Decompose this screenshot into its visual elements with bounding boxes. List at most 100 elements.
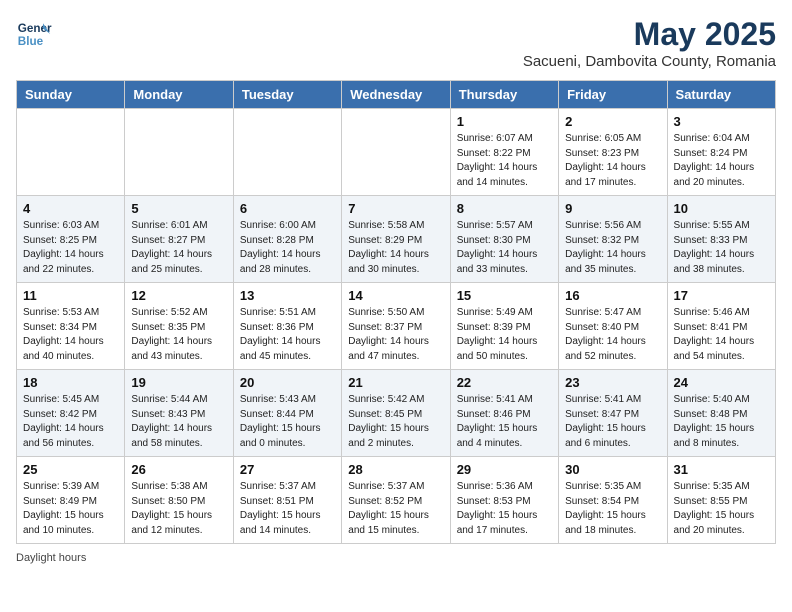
daylight-label: Daylight hours <box>16 552 86 564</box>
day-number: 31 <box>674 462 769 477</box>
day-number: 14 <box>348 288 443 303</box>
calendar-cell: 10Sunrise: 5:55 AM Sunset: 8:33 PM Dayli… <box>667 196 775 283</box>
day-number: 23 <box>565 375 660 390</box>
weekday-header: Tuesday <box>233 81 341 109</box>
day-number: 11 <box>23 288 118 303</box>
calendar-cell: 3 Sunrise: 6:04 AM Sunset: 8:24 PM Daylig… <box>667 109 775 196</box>
day-number: 29 <box>457 462 552 477</box>
day-info: Sunrise: 6:04 AM Sunset: 8:24 PM Dayligh… <box>674 132 769 190</box>
day-number: 15 <box>457 288 552 303</box>
day-info: Sunrise: 5:52 AM Sunset: 8:35 PM Dayligh… <box>131 306 226 364</box>
day-number: 16 <box>565 288 660 303</box>
calendar-cell: 7 Sunrise: 5:58 AM Sunset: 8:29 PM Daylig… <box>342 196 450 283</box>
day-info: Sunrise: 5:38 AM Sunset: 8:50 PM Dayligh… <box>131 480 226 538</box>
day-number: 22 <box>457 375 552 390</box>
calendar-cell: 31 Sunrise: 5:35 AM Sunset: 8:55 PM Dayli… <box>667 457 775 544</box>
svg-text:General: General <box>18 22 52 35</box>
calendar-cell: 13Sunrise: 5:51 AM Sunset: 8:36 PM Dayli… <box>233 283 341 370</box>
calendar-cell: 17 Sunrise: 5:46 AM Sunset: 8:41 PM Dayli… <box>667 283 775 370</box>
day-info: Sunrise: 5:56 AM Sunset: 8:32 PM Dayligh… <box>565 219 660 277</box>
day-info: Sunrise: 5:44 AM Sunset: 8:43 PM Dayligh… <box>131 393 226 451</box>
day-number: 4 <box>23 201 118 216</box>
day-number: 8 <box>457 201 552 216</box>
day-number: 20 <box>240 375 335 390</box>
weekday-header: Thursday <box>450 81 558 109</box>
day-info: Sunrise: 5:57 AM Sunset: 8:30 PM Dayligh… <box>457 219 552 277</box>
day-number: 19 <box>131 375 226 390</box>
calendar-cell: 29 Sunrise: 5:36 AM Sunset: 8:53 PM Dayli… <box>450 457 558 544</box>
weekday-header-row: SundayMondayTuesdayWednesdayThursdayFrid… <box>17 81 776 109</box>
calendar-cell: 12Sunrise: 5:52 AM Sunset: 8:35 PM Dayli… <box>125 283 233 370</box>
day-info: Sunrise: 5:43 AM Sunset: 8:44 PM Dayligh… <box>240 393 335 451</box>
day-number: 26 <box>131 462 226 477</box>
day-info: Sunrise: 5:46 AM Sunset: 8:41 PM Dayligh… <box>674 306 769 364</box>
day-number: 6 <box>240 201 335 216</box>
calendar-cell: 27 Sunrise: 5:37 AM Sunset: 8:51 PM Dayli… <box>233 457 341 544</box>
calendar-cell: 11Sunrise: 5:53 AM Sunset: 8:34 PM Dayli… <box>17 283 125 370</box>
calendar-cell: 6 Sunrise: 6:00 AM Sunset: 8:28 PM Daylig… <box>233 196 341 283</box>
calendar-cell: 22Sunrise: 5:41 AM Sunset: 8:46 PM Dayli… <box>450 370 558 457</box>
day-number: 2 <box>565 114 660 129</box>
calendar-cell: 19 Sunrise: 5:44 AM Sunset: 8:43 PM Dayli… <box>125 370 233 457</box>
day-info: Sunrise: 5:41 AM Sunset: 8:47 PM Dayligh… <box>565 393 660 451</box>
calendar-table: SundayMondayTuesdayWednesdayThursdayFrid… <box>16 80 776 544</box>
logo-icon: General Blue <box>16 16 52 52</box>
day-number: 21 <box>348 375 443 390</box>
calendar-cell: 14 Sunrise: 5:50 AM Sunset: 8:37 PM Dayli… <box>342 283 450 370</box>
day-info: Sunrise: 5:42 AM Sunset: 8:45 PM Dayligh… <box>348 393 443 451</box>
day-info: Sunrise: 5:37 AM Sunset: 8:51 PM Dayligh… <box>240 480 335 538</box>
calendar-cell: 1 Sunrise: 6:07 AM Sunset: 8:22 PM Daylig… <box>450 109 558 196</box>
calendar-week-row: 4 Sunrise: 6:03 AM Sunset: 8:25 PM Daylig… <box>17 196 776 283</box>
day-number: 25 <box>23 462 118 477</box>
calendar-cell: 25 Sunrise: 5:39 AM Sunset: 8:49 PM Dayli… <box>17 457 125 544</box>
day-number: 7 <box>348 201 443 216</box>
day-info: Sunrise: 5:50 AM Sunset: 8:37 PM Dayligh… <box>348 306 443 364</box>
day-info: Sunrise: 6:07 AM Sunset: 8:22 PM Dayligh… <box>457 132 552 190</box>
calendar-cell: 2 Sunrise: 6:05 AM Sunset: 8:23 PM Daylig… <box>559 109 667 196</box>
calendar-cell: 15 Sunrise: 5:49 AM Sunset: 8:39 PM Dayli… <box>450 283 558 370</box>
calendar-cell: 20 Sunrise: 5:43 AM Sunset: 8:44 PM Dayli… <box>233 370 341 457</box>
day-info: Sunrise: 5:37 AM Sunset: 8:52 PM Dayligh… <box>348 480 443 538</box>
header: General Blue May 2025 Sacueni, Dambovita… <box>16 16 776 70</box>
day-number: 9 <box>565 201 660 216</box>
title-area: May 2025 Sacueni, Dambovita County, Roma… <box>523 16 776 70</box>
calendar-cell: 4 Sunrise: 6:03 AM Sunset: 8:25 PM Daylig… <box>17 196 125 283</box>
day-info: Sunrise: 5:45 AM Sunset: 8:42 PM Dayligh… <box>23 393 118 451</box>
day-info: Sunrise: 6:00 AM Sunset: 8:28 PM Dayligh… <box>240 219 335 277</box>
day-number: 1 <box>457 114 552 129</box>
calendar-cell: 9 Sunrise: 5:56 AM Sunset: 8:32 PM Daylig… <box>559 196 667 283</box>
day-info: Sunrise: 5:36 AM Sunset: 8:53 PM Dayligh… <box>457 480 552 538</box>
calendar-cell <box>125 109 233 196</box>
calendar-cell: 23 Sunrise: 5:41 AM Sunset: 8:47 PM Dayli… <box>559 370 667 457</box>
day-number: 3 <box>674 114 769 129</box>
day-info: Sunrise: 6:05 AM Sunset: 8:23 PM Dayligh… <box>565 132 660 190</box>
day-number: 10 <box>674 201 769 216</box>
calendar-week-row: 1 Sunrise: 6:07 AM Sunset: 8:22 PM Daylig… <box>17 109 776 196</box>
day-info: Sunrise: 5:49 AM Sunset: 8:39 PM Dayligh… <box>457 306 552 364</box>
calendar-cell <box>17 109 125 196</box>
location-subtitle: Sacueni, Dambovita County, Romania <box>523 53 776 70</box>
calendar-cell <box>233 109 341 196</box>
day-number: 27 <box>240 462 335 477</box>
footer: Daylight hours <box>16 552 776 564</box>
calendar-cell: 28Sunrise: 5:37 AM Sunset: 8:52 PM Dayli… <box>342 457 450 544</box>
day-number: 13 <box>240 288 335 303</box>
weekday-header: Monday <box>125 81 233 109</box>
calendar-week-row: 11Sunrise: 5:53 AM Sunset: 8:34 PM Dayli… <box>17 283 776 370</box>
weekday-header: Wednesday <box>342 81 450 109</box>
day-info: Sunrise: 5:35 AM Sunset: 8:55 PM Dayligh… <box>674 480 769 538</box>
weekday-header: Saturday <box>667 81 775 109</box>
day-info: Sunrise: 5:58 AM Sunset: 8:29 PM Dayligh… <box>348 219 443 277</box>
calendar-cell: 5Sunrise: 6:01 AM Sunset: 8:27 PM Daylig… <box>125 196 233 283</box>
calendar-week-row: 18 Sunrise: 5:45 AM Sunset: 8:42 PM Dayli… <box>17 370 776 457</box>
day-info: Sunrise: 6:03 AM Sunset: 8:25 PM Dayligh… <box>23 219 118 277</box>
month-year-title: May 2025 <box>523 16 776 53</box>
day-number: 17 <box>674 288 769 303</box>
calendar-cell: 16Sunrise: 5:47 AM Sunset: 8:40 PM Dayli… <box>559 283 667 370</box>
calendar-week-row: 25 Sunrise: 5:39 AM Sunset: 8:49 PM Dayli… <box>17 457 776 544</box>
day-info: Sunrise: 5:39 AM Sunset: 8:49 PM Dayligh… <box>23 480 118 538</box>
logo: General Blue <box>16 16 52 52</box>
day-number: 30 <box>565 462 660 477</box>
calendar-cell: 21 Sunrise: 5:42 AM Sunset: 8:45 PM Dayli… <box>342 370 450 457</box>
day-number: 18 <box>23 375 118 390</box>
